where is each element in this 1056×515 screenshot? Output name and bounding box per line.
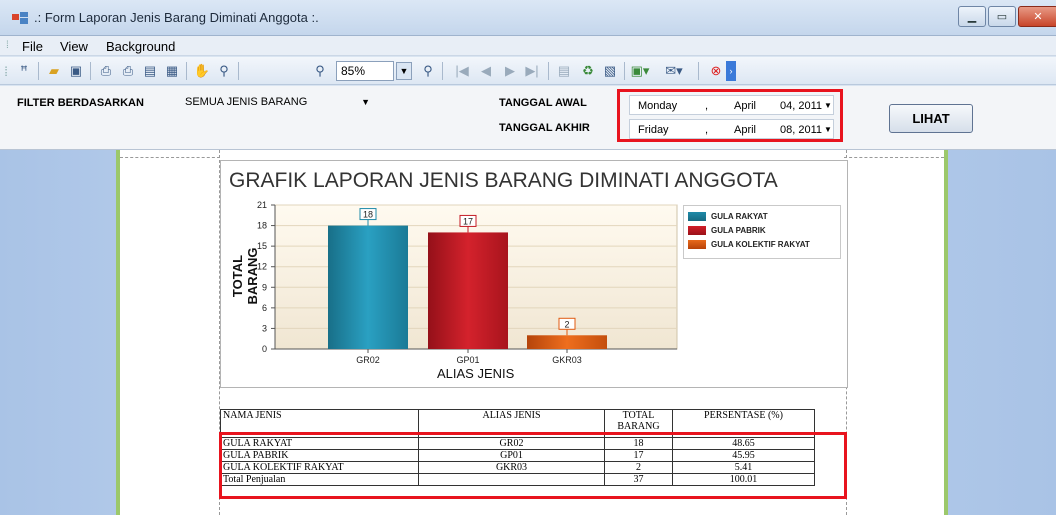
menu-view[interactable]: View (60, 39, 88, 54)
save-icon[interactable]: ▣ (66, 61, 86, 81)
print-setup-icon[interactable]: ⎙ (96, 61, 116, 81)
chart: GRAFIK LAPORAN JENIS BARANG DIMINATI ANG… (220, 160, 848, 388)
data-label: 18 (363, 210, 373, 220)
toolbar-separator (186, 62, 187, 80)
menu-file[interactable]: File (22, 39, 43, 54)
y-tick-label: 12 (257, 262, 267, 272)
report-page: GRAFIK LAPORAN JENIS BARANG DIMINATI ANG… (120, 150, 944, 515)
x-axis-label: ALIAS JENIS (437, 366, 515, 381)
zoom-dropdown-button[interactable]: ▼ (396, 62, 412, 80)
y-tick-label: 0 (262, 344, 267, 354)
table-highlight (219, 432, 847, 499)
toolbar-separator (624, 62, 625, 80)
overflow-chevron-icon[interactable]: › (726, 61, 736, 81)
stop-icon[interactable]: ⊗ (706, 61, 726, 81)
y-tick-label: 6 (262, 303, 267, 313)
report-window: .: Form Laporan Jenis Barang Diminati An… (0, 0, 1056, 515)
data-label: 17 (463, 216, 473, 226)
tanggal-awal-picker[interactable]: Monday , April 04, 2011 ▼ (629, 95, 834, 115)
legend-item: GULA RAKYAT (688, 211, 768, 222)
group-tree-icon[interactable]: ▤ (554, 61, 574, 81)
legend-swatch (688, 226, 706, 235)
zoom-in-icon[interactable]: ⚲ (418, 61, 438, 81)
chevron-down-icon: ▼ (361, 97, 370, 107)
date-range-highlight: Monday , April 04, 2011 ▼ Friday , April… (617, 89, 843, 142)
tanggal-awal-label: TANGGAL AWAL (499, 97, 587, 109)
jenis-barang-dropdown[interactable]: SEMUA JENIS BARANG ▼ (180, 94, 376, 114)
email-icon[interactable]: ✉▾ (664, 61, 684, 81)
toolbar-separator (698, 62, 699, 80)
export-dropdown-icon[interactable]: ▣▾ (630, 61, 650, 81)
legend-swatch (688, 240, 706, 249)
bar-gr02 (328, 225, 408, 349)
toolbar-separator (90, 62, 91, 80)
close-button[interactable]: ✕ (1018, 6, 1056, 27)
window-title: .: Form Laporan Jenis Barang Diminati An… (34, 10, 319, 25)
minimize-button[interactable]: ▁ (958, 6, 986, 27)
legend-item: GULA KOLEKTIF RAKYAT (688, 239, 810, 250)
previous-page-icon[interactable]: ◀ (476, 61, 496, 81)
margin-guide (120, 157, 220, 158)
legend-item: GULA PABRIK (688, 225, 766, 236)
menu-background[interactable]: Background (106, 39, 175, 54)
find-icon[interactable]: ꟸ (14, 61, 34, 81)
page-setup-icon[interactable]: ▤ (140, 61, 160, 81)
layout-icon[interactable]: ▧ (600, 61, 620, 81)
last-page-icon[interactable]: ▶| (522, 61, 542, 81)
app-icon (12, 12, 28, 24)
y-tick-label: 15 (257, 241, 267, 251)
y-tick-label: 21 (257, 200, 267, 210)
menu-bar: ⁞ File View Background (0, 36, 1056, 56)
chart-legend: GULA RAKYAT GULA PABRIK GULA KOLEKTIF RA… (683, 205, 841, 259)
report-viewer[interactable]: GRAFIK LAPORAN JENIS BARANG DIMINATI ANG… (0, 150, 1056, 515)
page-border-right (944, 150, 948, 515)
first-page-icon[interactable]: |◀ (452, 61, 472, 81)
print-icon[interactable]: ⎙ (118, 61, 138, 81)
bar-gkr03 (527, 335, 607, 349)
y-tick-label: 3 (262, 323, 267, 333)
tanggal-akhir-label: TANGGAL AKHIR (499, 122, 590, 134)
zoom-out-icon[interactable]: ⚲ (310, 61, 330, 81)
x-tick-label: GR02 (356, 355, 380, 365)
chevron-down-icon: ▼ (824, 125, 832, 134)
filter-panel: FILTER BERDASARKAN SEMUA JENIS BARANG ▼ … (0, 86, 1056, 150)
next-page-icon[interactable]: ▶ (500, 61, 520, 81)
toolbar-separator (548, 62, 549, 80)
toolbar-separator (442, 62, 443, 80)
margin-guide (844, 157, 944, 158)
legend-swatch (688, 212, 706, 221)
report-toolbar: ⁞ ꟸ ▰ ▣ ⎙ ⎙ ▤ ▦ ✋ ⚲ ⚲ 85% ▼ ⚲ |◀ ◀ ▶ ▶| … (0, 57, 1056, 85)
toolbar-grip: ⁞ (4, 63, 8, 79)
magnifier-icon[interactable]: ⚲ (214, 61, 234, 81)
title-bar: .: Form Laporan Jenis Barang Diminati An… (0, 0, 1056, 36)
hand-icon[interactable]: ✋ (192, 61, 212, 81)
lihat-button[interactable]: LIHAT (889, 104, 973, 133)
maximize-button[interactable]: ▭ (988, 6, 1016, 27)
tanggal-akhir-picker[interactable]: Friday , April 08, 2011 ▼ (629, 119, 834, 139)
filter-label: FILTER BERDASARKAN (17, 97, 144, 109)
jenis-barang-value: SEMUA JENIS BARANG (185, 96, 308, 108)
chevron-down-icon: ▼ (824, 101, 832, 110)
y-tick-label: 9 (262, 282, 267, 292)
toolbar-separator (38, 62, 39, 80)
open-folder-icon[interactable]: ▰ (44, 61, 64, 81)
x-tick-label: GKR03 (552, 355, 582, 365)
refresh-icon[interactable]: ♻ (578, 61, 598, 81)
export-icon[interactable]: ▦ (162, 61, 182, 81)
menu-grip: ⁞ (6, 40, 9, 51)
bar-gp01 (428, 232, 508, 349)
x-tick-label: GP01 (456, 355, 479, 365)
toolbar-separator (238, 62, 239, 80)
data-label: 2 (564, 319, 569, 329)
zoom-input[interactable]: 85% (336, 61, 394, 81)
chart-plot: 0 3 6 9 12 15 18 21 18 GR02 17 GP01 2 GKR03 (257, 200, 678, 365)
y-tick-label: 18 (257, 221, 267, 231)
